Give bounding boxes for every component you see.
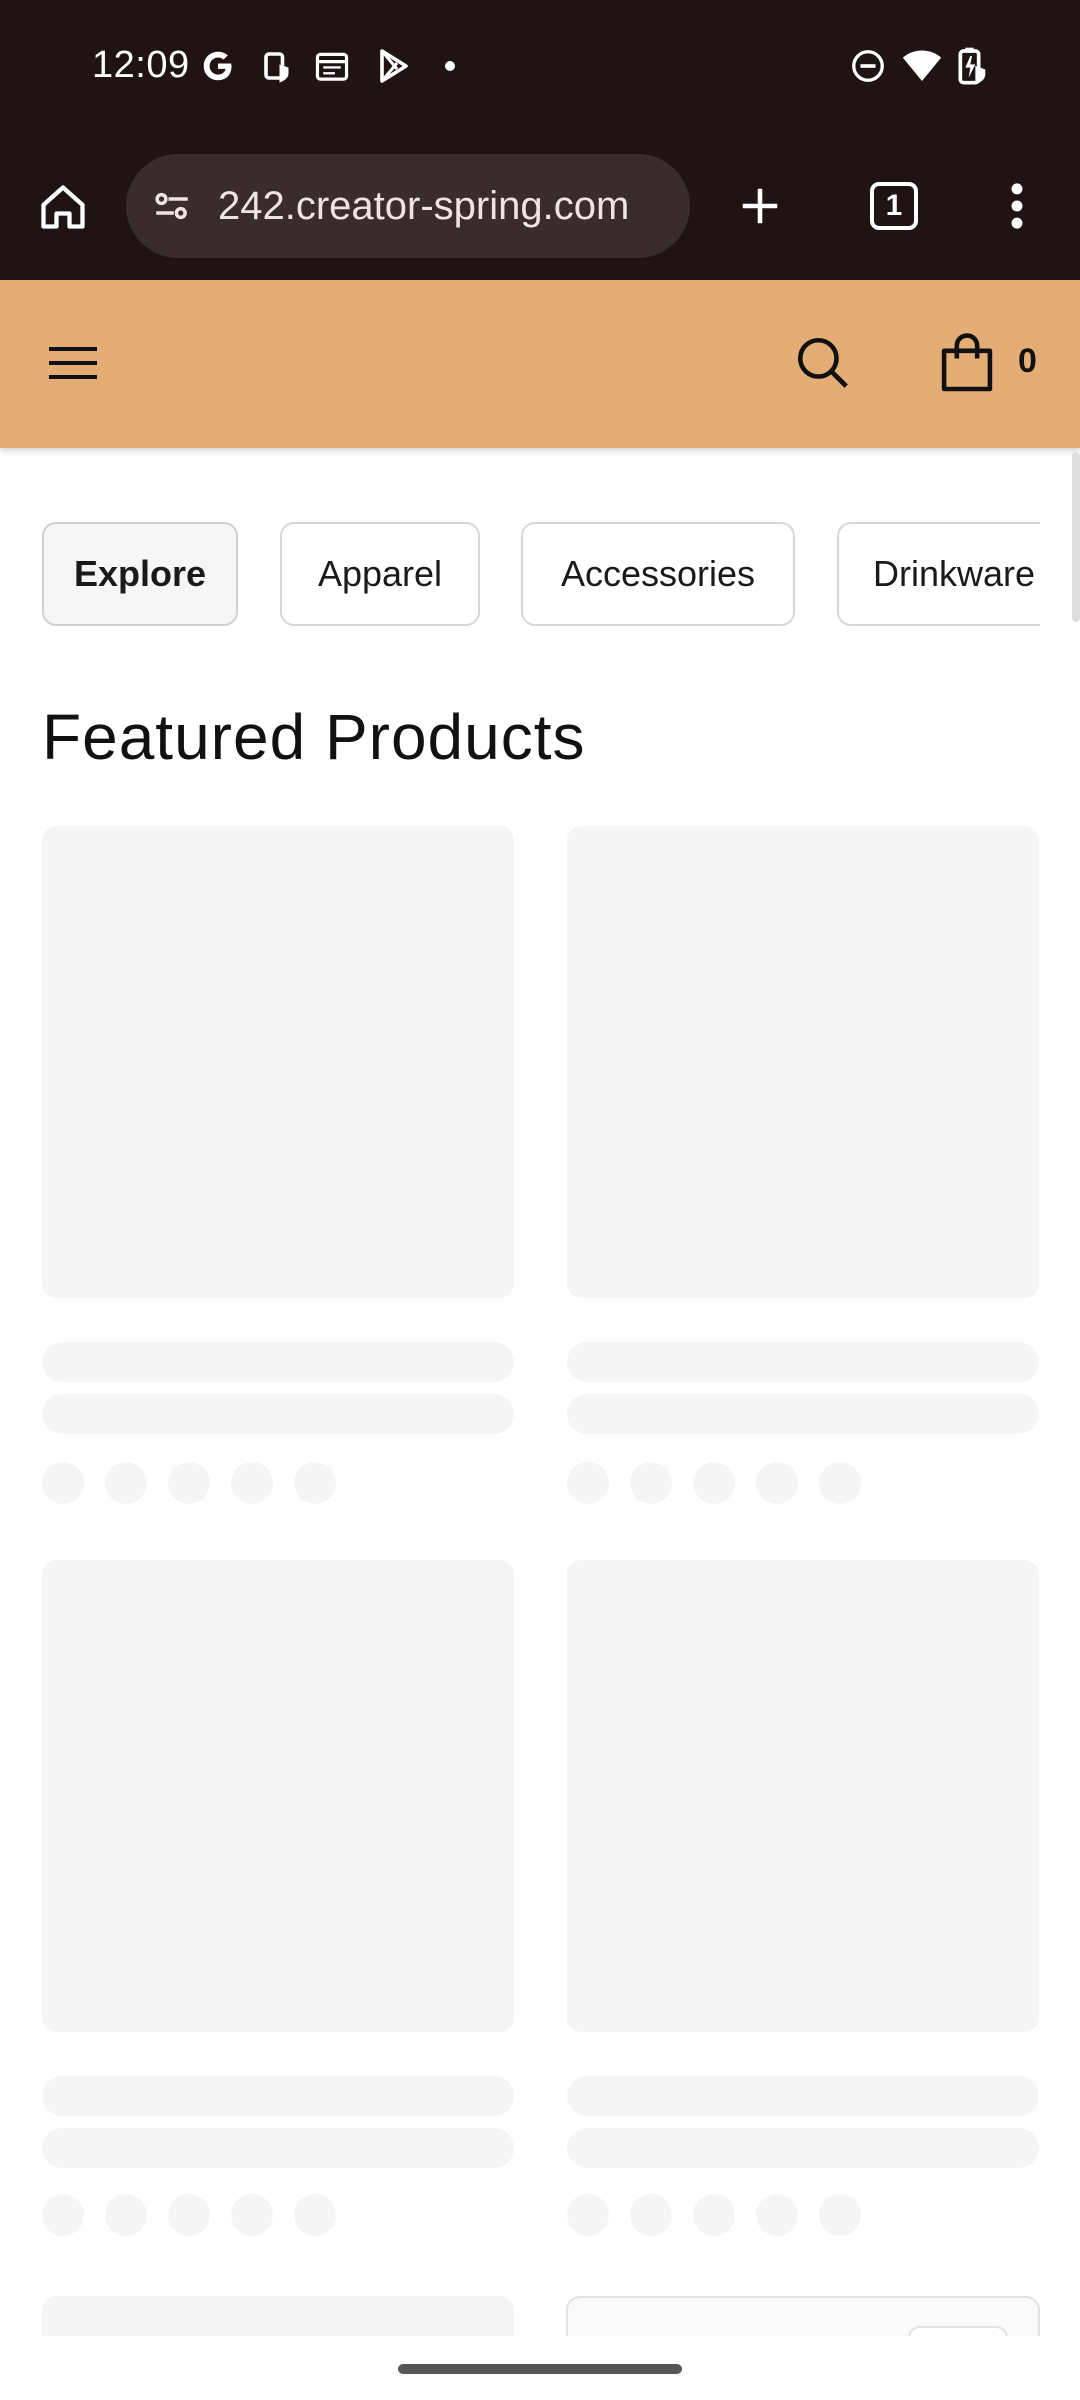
product-card-skeleton-partial <box>42 2296 514 2336</box>
new-tab-icon[interactable] <box>726 172 794 240</box>
battery-charging-icon <box>952 46 992 86</box>
skeleton-swatch <box>105 2194 147 2236</box>
do-not-disturb-icon <box>848 46 888 86</box>
search-icon[interactable] <box>786 326 858 398</box>
category-chips: Explore Apparel Accessories Drinkware <box>42 522 1040 628</box>
skeleton-swatch <box>105 1462 147 1504</box>
hamburger-menu-icon[interactable] <box>40 330 106 396</box>
calendar-icon <box>312 46 352 86</box>
play-store-icon <box>374 46 414 86</box>
skeleton-swatch <box>567 2194 609 2236</box>
product-card-skeleton <box>42 826 514 1506</box>
skeleton-swatch <box>819 1462 861 1504</box>
product-card-partial[interactable] <box>566 2296 1040 2336</box>
product-card-skeleton <box>42 1560 514 2240</box>
site-header: 0 <box>0 280 1080 448</box>
product-card-skeleton <box>567 826 1039 1506</box>
skeleton-price-line <box>567 1394 1039 1434</box>
tab-switcher-button[interactable]: 1 <box>860 172 928 240</box>
skeleton-swatch <box>756 1462 798 1504</box>
home-icon[interactable] <box>30 174 96 240</box>
skeleton-swatch <box>168 1462 210 1504</box>
browser-toolbar: 242.creator-spring.com 1 <box>0 136 1080 280</box>
skeleton-swatch <box>630 1462 672 1504</box>
cart-count: 0 <box>1018 342 1037 380</box>
chip-drinkware[interactable]: Drinkware <box>837 522 1040 626</box>
skeleton-swatch <box>231 1462 273 1504</box>
skeleton-swatch <box>294 1462 336 1504</box>
skeleton-price-line <box>42 2128 514 2168</box>
skeleton-swatch <box>630 2194 672 2236</box>
wifi-icon <box>902 46 942 86</box>
status-time: 12:09 <box>92 44 190 86</box>
tab-count: 1 <box>885 189 903 222</box>
skeleton-image <box>567 826 1039 1298</box>
skeleton-title-line <box>567 1342 1039 1382</box>
card-partial-button[interactable] <box>908 2326 1008 2336</box>
skeleton-image <box>567 1560 1039 2032</box>
skeleton-swatch <box>693 2194 735 2236</box>
skeleton-price-line <box>42 1394 514 1434</box>
more-options-icon[interactable] <box>990 172 1044 240</box>
skeleton-swatch <box>756 2194 798 2236</box>
skeleton-title-line <box>42 1342 514 1382</box>
clipboard-shield-icon <box>258 46 298 86</box>
gesture-navigation-handle[interactable] <box>398 2364 682 2374</box>
skeleton-swatch <box>693 1462 735 1504</box>
skeleton-title-line <box>567 2076 1039 2116</box>
dot-icon <box>430 46 470 86</box>
skeleton-swatch <box>231 2194 273 2236</box>
chip-apparel[interactable]: Apparel <box>280 522 480 626</box>
skeleton-swatch <box>42 2194 84 2236</box>
skeleton-title-line <box>42 2076 514 2116</box>
url-text[interactable]: 242.creator-spring.com <box>218 184 678 228</box>
chip-explore[interactable]: Explore <box>42 522 238 626</box>
skeleton-swatch <box>819 2194 861 2236</box>
skeleton-swatch <box>567 1462 609 1504</box>
skeleton-image <box>42 1560 514 2032</box>
cart-bag-icon[interactable] <box>932 324 1002 398</box>
google-g-icon <box>198 46 238 86</box>
featured-products-title: Featured Products <box>42 701 586 773</box>
address-bar[interactable]: 242.creator-spring.com <box>126 154 690 258</box>
skeleton-image <box>42 826 514 1298</box>
scrollbar-thumb[interactable] <box>1072 452 1080 622</box>
skeleton-swatch <box>168 2194 210 2236</box>
site-settings-icon[interactable] <box>146 180 198 232</box>
skeleton-swatch <box>294 2194 336 2236</box>
chip-accessories[interactable]: Accessories <box>521 522 795 626</box>
skeleton-price-line <box>567 2128 1039 2168</box>
status-bar: 12:09 <box>0 0 1080 136</box>
product-card-skeleton <box>567 1560 1039 2240</box>
skeleton-swatch <box>42 1462 84 1504</box>
